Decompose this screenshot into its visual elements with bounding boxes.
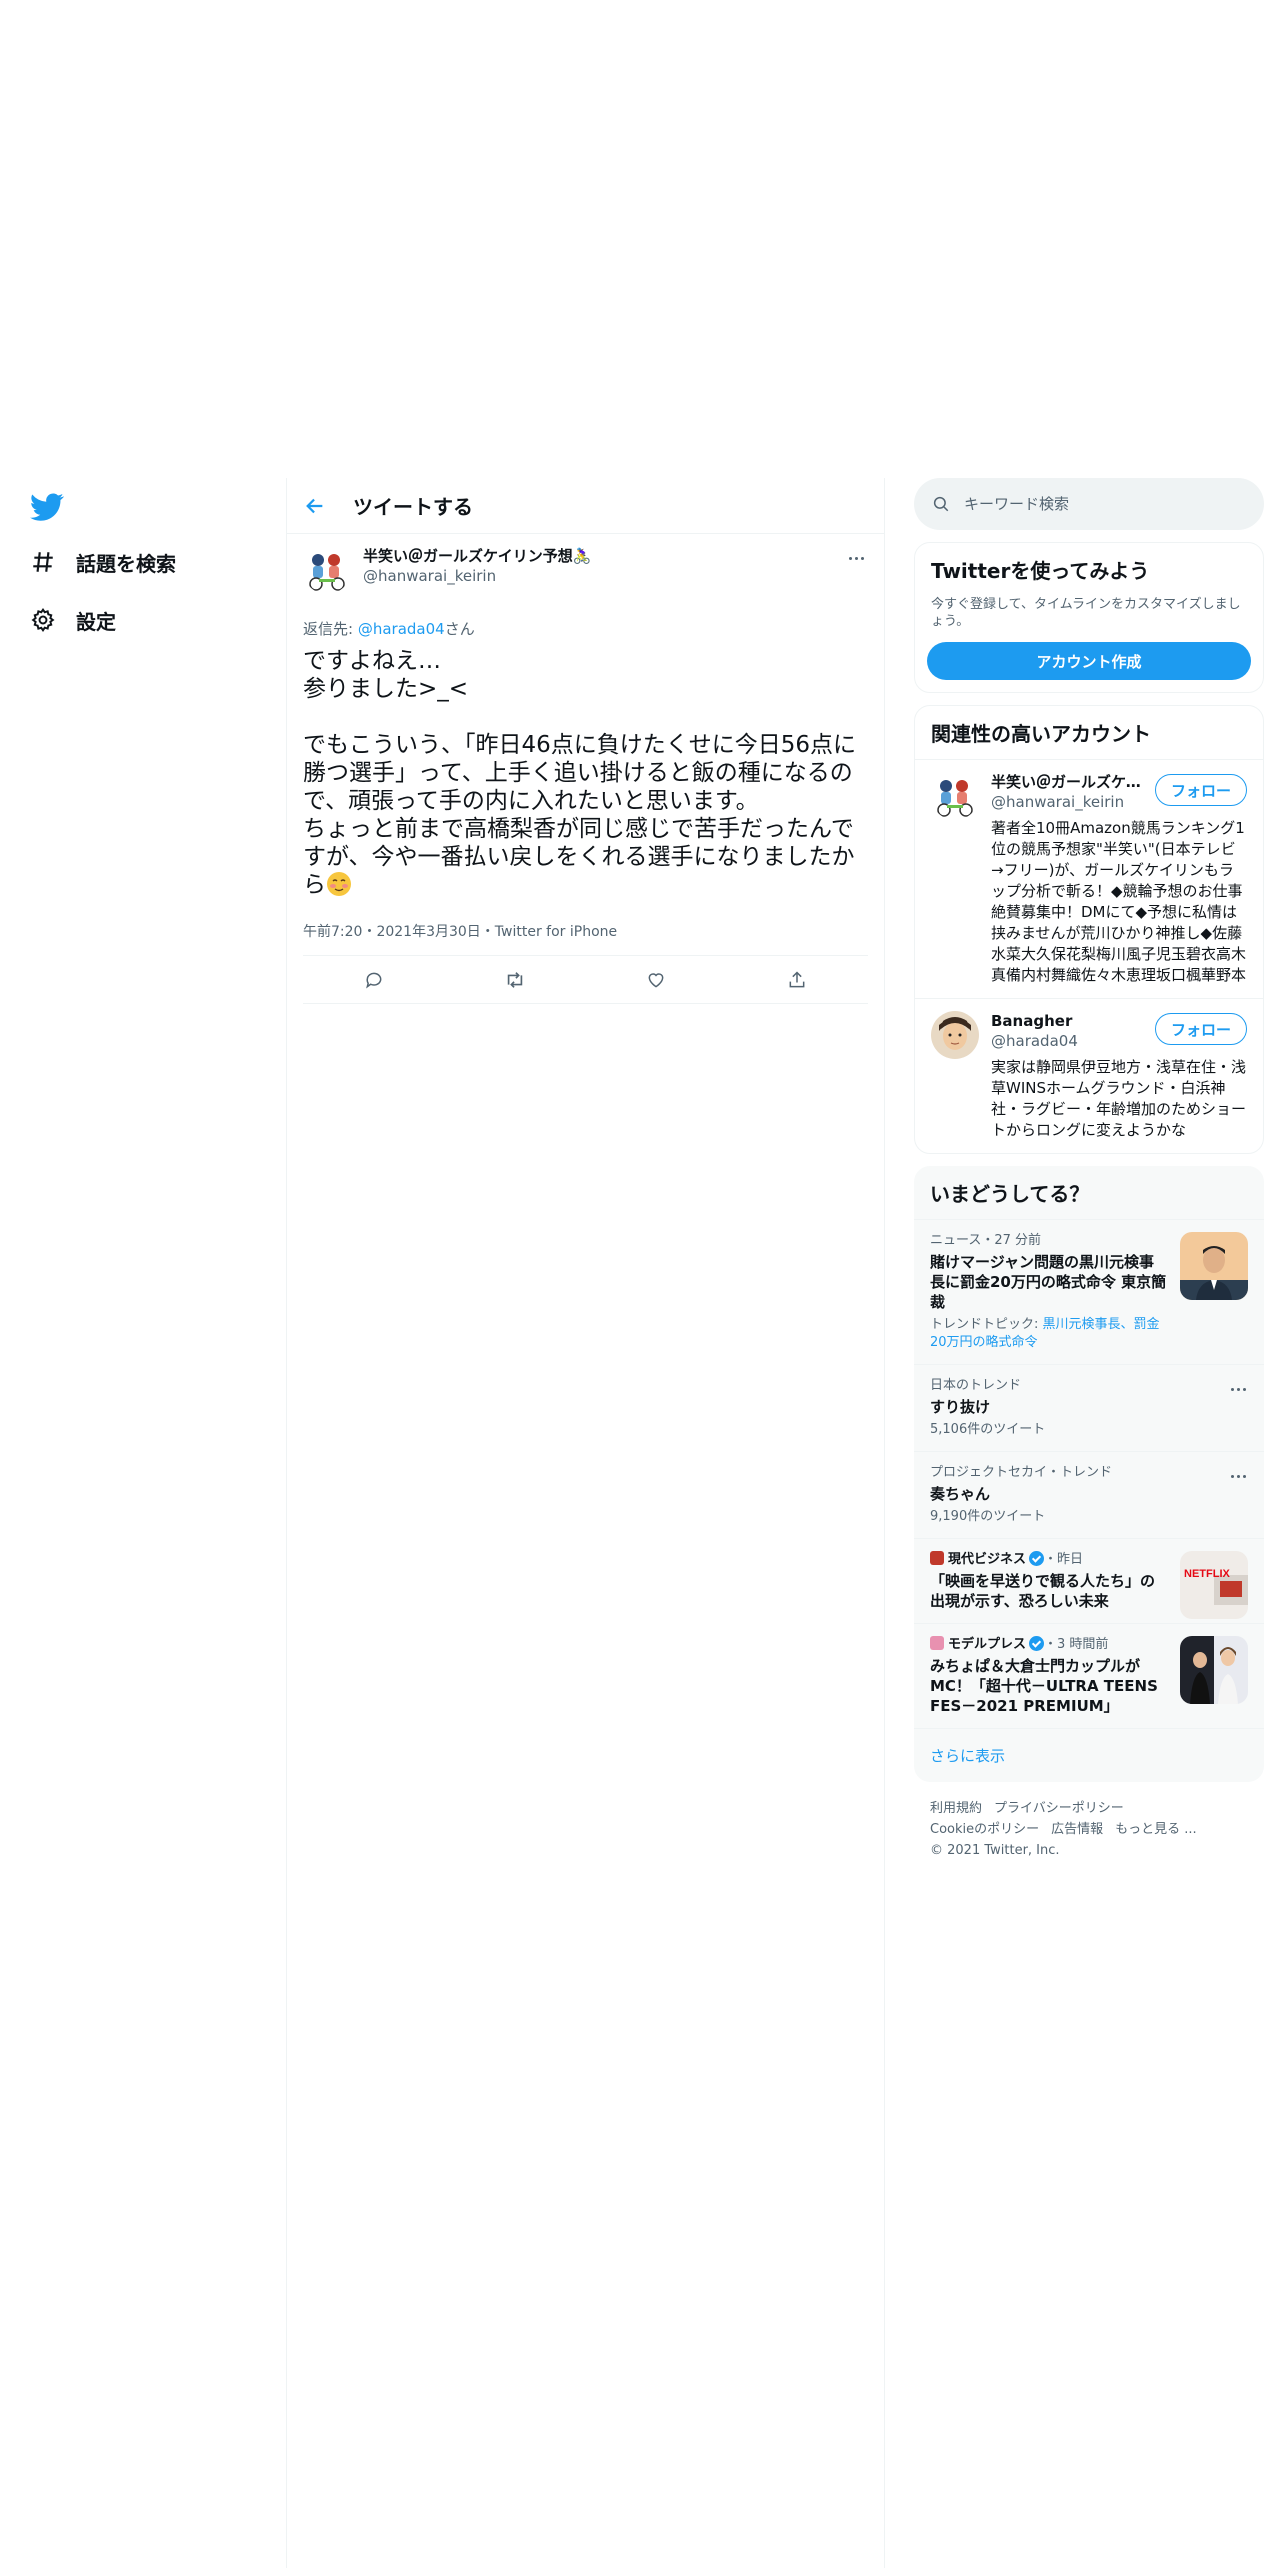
blushing-face-icon bbox=[326, 871, 352, 897]
hashtag-icon bbox=[30, 549, 56, 575]
footer-terms-link[interactable]: 利用規約 bbox=[930, 1801, 982, 1816]
account-name[interactable]: Banagher bbox=[991, 1011, 1151, 1031]
trend-count: 9,190件のツイート bbox=[930, 1509, 1046, 1524]
more-options-button[interactable] bbox=[1226, 1464, 1250, 1488]
account-bio: 著者全10冊Amazon競馬ランキング1位の競馬予想家"半笑い"(日本テレビ→フ… bbox=[991, 819, 1247, 984]
avatar[interactable] bbox=[303, 546, 351, 594]
trend-topic-prefix: トレンドトピック: bbox=[930, 1317, 1043, 1332]
reply-prefix: 返信先: bbox=[303, 620, 358, 638]
trends-title: いまどうしてる？ bbox=[930, 1182, 1090, 1206]
right-sidebar: Twitterを使ってみよう 今すぐ登録して、タイムラインをカスタマイズしましょ… bbox=[914, 478, 1264, 1877]
retweet-button[interactable] bbox=[496, 961, 534, 999]
gear-icon bbox=[30, 607, 56, 633]
trends-card: いまどうしてる？ ニュース・27 分前 賭けマージャン問題の黒川元検事長に罰金2… bbox=[914, 1166, 1264, 1782]
trend-meta: プロジェクトセカイ・トレンド bbox=[930, 1465, 1113, 1480]
footer-copyright: © 2021 Twitter, Inc. bbox=[930, 1843, 1060, 1858]
related-title: 関連性の高いアカウント bbox=[931, 722, 1151, 746]
related-accounts-card: 関連性の高いアカウント 半笑い＠ガールズケイリン予想🚴‍♀️ @hanwarai… bbox=[914, 705, 1264, 1154]
trend-item[interactable]: 現代ビジネス ・昨日 「映画を早送りで観る人たち」の出現が示す、恐ろしい未来 NE… bbox=[914, 1538, 1264, 1623]
source-logo-icon bbox=[930, 1551, 944, 1565]
verified-icon bbox=[1029, 1636, 1045, 1651]
thumbnail-label: NETFLIX bbox=[1184, 1568, 1230, 1580]
follow-button[interactable]: フォロー bbox=[1154, 774, 1247, 806]
verified-icon bbox=[1029, 1551, 1045, 1566]
more-options-button[interactable] bbox=[1226, 1377, 1250, 1401]
nav-explore-label: 話題を検索 bbox=[76, 551, 176, 576]
footer-privacy-link[interactable]: プライバシーポリシー bbox=[994, 1801, 1124, 1816]
news-thumbnail bbox=[1180, 1232, 1248, 1300]
heart-icon bbox=[648, 972, 664, 988]
page-title: ツイートする bbox=[353, 495, 473, 519]
tweet-text-body: ですよねえ… 参りました>_< でもこういう、「昨日46点に負けたくせに今日56… bbox=[303, 648, 857, 898]
footer: 利用規約 プライバシーポリシー Cookieのポリシー 広告情報 もっと見る ... … bbox=[914, 1782, 1264, 1877]
nav-explore[interactable]: 話題を検索 bbox=[30, 542, 176, 582]
footer-ads-link[interactable]: 広告情報 bbox=[1051, 1822, 1103, 1837]
account-item[interactable]: Banagher @harada04 実家は静岡県伊豆地方・浅草在住・浅草WIN… bbox=[915, 998, 1263, 1153]
search-input[interactable] bbox=[964, 495, 1224, 513]
trend-item[interactable]: 日本のトレンド すり抜け 5,106件のツイート bbox=[914, 1364, 1264, 1451]
nav-settings-label: 設定 bbox=[76, 609, 116, 634]
tweet-timestamp[interactable]: 午前7:20・2021年3月30日・Twitter for iPhone bbox=[303, 921, 868, 956]
reply-suffix: さん bbox=[444, 620, 475, 638]
account-name[interactable]: 半笑い＠ガールズケイリン予想🚴‍♀️ bbox=[991, 772, 1151, 792]
twitter-logo-icon[interactable] bbox=[30, 490, 64, 524]
share-icon bbox=[789, 970, 805, 987]
page-header: ツイートする bbox=[287, 478, 884, 534]
arrow-left-icon bbox=[306, 498, 323, 513]
trend-title: 奏ちゃん bbox=[930, 1485, 991, 1503]
main-column: ツイートする 半笑い＠ガールズケイリン予想🚴‍♀️ @hanwarai_keir… bbox=[287, 478, 884, 1004]
source-logo-icon bbox=[930, 1636, 944, 1650]
news-thumbnail bbox=[1180, 1636, 1248, 1704]
search-bar[interactable] bbox=[914, 478, 1264, 530]
back-button[interactable] bbox=[295, 486, 335, 526]
footer-cookie-link[interactable]: Cookieのポリシー bbox=[930, 1822, 1039, 1837]
retweet-icon bbox=[507, 971, 523, 988]
news-thumbnail: NETFLIX bbox=[1180, 1551, 1248, 1619]
account-bio: 実家は静岡県伊豆地方・浅草在住・浅草WINSホームグラウンド・白浜神社・ラグビー… bbox=[991, 1058, 1247, 1139]
source-time: ・3 時間前 bbox=[1044, 1637, 1109, 1652]
search-icon bbox=[933, 496, 949, 512]
promo-description: 今すぐ登録して、タイムラインをカスタマイズしましょう。 bbox=[931, 597, 1241, 629]
source-name: モデルプレス bbox=[948, 1637, 1027, 1652]
trend-title: すり抜け bbox=[930, 1398, 991, 1416]
follow-button[interactable]: フォロー bbox=[1154, 1013, 1247, 1045]
reply-to-line: 返信先: @harada04さん bbox=[303, 618, 868, 639]
author-name[interactable]: 半笑い＠ガールズケイリン予想🚴‍♀️ bbox=[363, 546, 591, 566]
create-account-button[interactable]: アカウント作成 bbox=[927, 642, 1251, 680]
source-time: ・昨日 bbox=[1044, 1552, 1084, 1567]
tweet-text: ですよねえ… 参りました>_< でもこういう、「昨日46点に負けたくせに今日56… bbox=[303, 647, 868, 899]
tweet-actions bbox=[303, 956, 868, 1004]
tweet-detail: 半笑い＠ガールズケイリン予想🚴‍♀️ @hanwarai_keirin 返信先:… bbox=[287, 534, 884, 1004]
avatar[interactable] bbox=[931, 1011, 979, 1059]
reply-icon bbox=[365, 972, 382, 988]
footer-more-link[interactable]: もっと見る ... bbox=[1115, 1822, 1197, 1837]
source-name: 現代ビジネス bbox=[948, 1552, 1027, 1567]
trend-item[interactable]: モデルプレス ・3 時間前 みちょぱ＆大倉士門カップルがMC！「超十代－ULTRA… bbox=[914, 1623, 1264, 1728]
reply-mention-link[interactable]: @harada04 bbox=[358, 620, 445, 638]
trend-item[interactable]: プロジェクトセカイ・トレンド 奏ちゃん 9,190件のツイート bbox=[914, 1451, 1264, 1538]
avatar[interactable] bbox=[931, 772, 979, 820]
right-divider bbox=[884, 478, 885, 2568]
author-handle[interactable]: @hanwarai_keirin bbox=[363, 566, 591, 586]
share-button[interactable] bbox=[778, 961, 816, 999]
trend-meta: 日本のトレンド bbox=[930, 1378, 1022, 1393]
more-options-button[interactable] bbox=[844, 546, 868, 570]
trend-count: 5,106件のツイート bbox=[930, 1422, 1046, 1437]
reply-button[interactable] bbox=[355, 961, 393, 999]
like-button[interactable] bbox=[637, 961, 675, 999]
nav-settings[interactable]: 設定 bbox=[30, 600, 116, 640]
trend-topic: トレンドトピック: 黒川元検事長、罰金20万円の略式命令 bbox=[930, 1316, 1248, 1352]
signup-promo-card: Twitterを使ってみよう 今すぐ登録して、タイムラインをカスタマイズしましょ… bbox=[914, 542, 1264, 693]
trend-item[interactable]: ニュース・27 分前 賭けマージャン問題の黒川元検事長に罰金20万円の略式命令 … bbox=[914, 1219, 1264, 1364]
show-more-link[interactable]: さらに表示 bbox=[914, 1728, 1264, 1782]
account-item[interactable]: 半笑い＠ガールズケイリン予想🚴‍♀️ @hanwarai_keirin 著者全1… bbox=[915, 759, 1263, 998]
promo-title: Twitterを使ってみよう bbox=[931, 559, 1150, 583]
